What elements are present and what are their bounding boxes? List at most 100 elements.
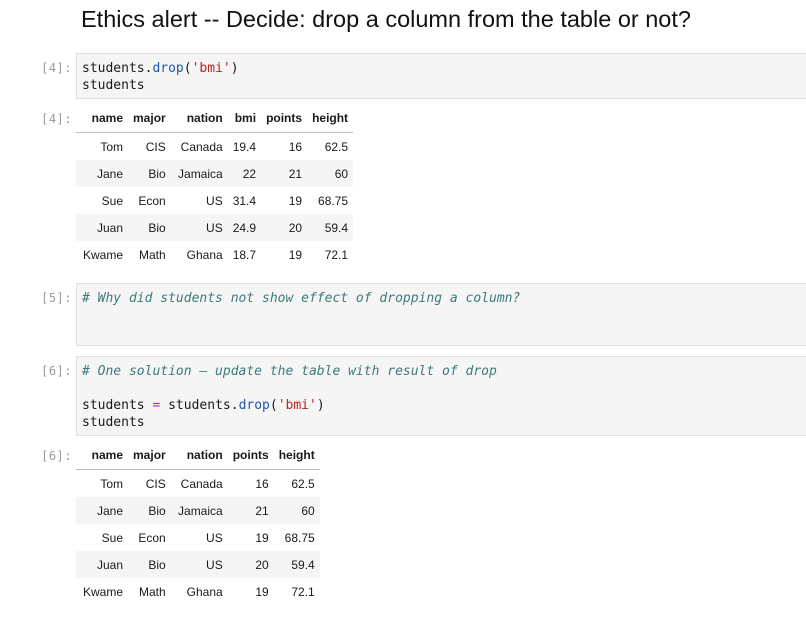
- table-cell: Bio: [128, 497, 171, 524]
- code-token-paren-open: (: [183, 61, 192, 76]
- dataframe-output-4: name major nation bmi points height Tom …: [76, 104, 354, 268]
- table-cell: Kwame: [83, 247, 124, 262]
- code-token-object: students: [82, 61, 145, 76]
- table-cell: 20: [261, 214, 308, 241]
- code-line: students: [82, 78, 145, 93]
- table-row: Jane Bio Jamaica 21 60: [76, 497, 320, 524]
- column-header: nation: [170, 104, 228, 133]
- table-cell: Jane: [76, 160, 129, 187]
- table-row: Juan Bio US 24.9 20 59.4: [76, 214, 354, 241]
- table-cell: Tom: [100, 139, 124, 154]
- table-row: Tom CIS Canada 16 62.5: [76, 470, 320, 498]
- table-row: Sue Econ US 31.4 19 68.75: [76, 187, 353, 214]
- code-token-method: drop: [238, 398, 270, 413]
- table-cell: Canada: [180, 139, 223, 154]
- table-cell: CIS: [145, 476, 166, 491]
- table-cell: Econ: [138, 530, 166, 545]
- dataframe-output-6: name major nation points height Tom CIS …: [76, 441, 320, 605]
- table-cell: 22: [227, 160, 262, 187]
- table-cell: 59.4: [273, 551, 320, 578]
- column-header: major: [128, 441, 171, 470]
- table-cell: Sue: [101, 530, 124, 545]
- table-cell: Jamaica: [170, 497, 228, 524]
- table-cell: US: [170, 551, 228, 578]
- column-header: bmi: [227, 104, 262, 133]
- code-token-paren-close: ): [316, 398, 325, 413]
- column-header: points: [261, 104, 308, 133]
- table-cell: 31.4: [232, 193, 257, 208]
- table-header-row: name major nation points height: [76, 441, 320, 470]
- table-cell: US: [206, 530, 223, 545]
- table-cell: Kwame: [83, 584, 124, 599]
- code-token-paren-open: (: [269, 398, 278, 413]
- table-cell: Juan: [76, 551, 129, 578]
- code-token-dot: .: [230, 398, 239, 413]
- column-header: height: [273, 441, 320, 470]
- table-cell: 19.4: [232, 139, 257, 154]
- column-header: name: [76, 104, 129, 133]
- table-cell: US: [170, 214, 228, 241]
- table-cell: Jane: [76, 497, 129, 524]
- table-cell: Tom: [100, 476, 124, 491]
- table-cell: Bio: [128, 551, 171, 578]
- table-cell: 60: [273, 497, 320, 524]
- code-cell-5[interactable]: # Why did students not show effect of dr…: [76, 283, 806, 346]
- table-header-row: name major nation bmi points height: [76, 104, 354, 133]
- column-header: major: [128, 104, 171, 133]
- code-token-object: students: [168, 398, 231, 413]
- table-cell: Canada: [180, 476, 223, 491]
- code-cell-4[interactable]: students.drop('bmi') students: [76, 53, 806, 99]
- table-cell: 72.1: [291, 584, 315, 599]
- column-header: name: [76, 441, 129, 470]
- table-cell: Bio: [128, 160, 171, 187]
- table-cell: Math: [139, 584, 166, 599]
- table-row: Kwame Math Ghana 19 72.1: [76, 578, 320, 605]
- column-header: height: [307, 104, 354, 133]
- code-comment: # One solution — update the table with r…: [82, 364, 497, 379]
- table-cell: 62.5: [291, 476, 315, 491]
- table-cell: 68.75: [318, 193, 349, 208]
- table-cell: 19: [255, 584, 269, 599]
- table-cell: US: [206, 193, 223, 208]
- table-cell: 16: [255, 476, 269, 491]
- table-cell: 68.75: [284, 530, 315, 545]
- table-cell: 59.4: [307, 214, 354, 241]
- table-cell: 20: [227, 551, 274, 578]
- input-prompt-6: [6]:: [41, 364, 72, 378]
- code-token-paren-close: ): [230, 61, 239, 76]
- code-token-method: drop: [152, 61, 184, 76]
- table-cell: 21: [227, 497, 274, 524]
- table-cell: Jamaica: [170, 160, 228, 187]
- input-prompt-5: [5]:: [41, 291, 72, 305]
- table-cell: 19: [255, 530, 269, 545]
- table-cell: CIS: [145, 139, 166, 154]
- column-header: points: [227, 441, 274, 470]
- table-cell: Bio: [128, 214, 171, 241]
- code-cell-6[interactable]: # One solution — update the table with r…: [76, 356, 806, 436]
- table-cell: Math: [139, 247, 166, 262]
- column-header: nation: [170, 441, 228, 470]
- table-cell: 72.1: [324, 247, 349, 262]
- code-line: students.drop('bmi'): [82, 60, 806, 77]
- output-prompt-6: [6]:: [41, 449, 72, 463]
- code-token-string: 'bmi': [277, 398, 317, 413]
- code-line: students: [82, 415, 145, 430]
- table-cell: 62.5: [324, 139, 349, 154]
- table-cell: 19: [288, 193, 303, 208]
- table-cell: Juan: [76, 214, 129, 241]
- output-prompt-4: [4]:: [41, 112, 72, 126]
- table-row: Sue Econ US 19 68.75: [76, 524, 320, 551]
- table-cell: Ghana: [186, 584, 223, 599]
- input-prompt-4: [4]:: [41, 61, 72, 75]
- table-cell: Sue: [101, 193, 124, 208]
- table-row: Jane Bio Jamaica 22 21 60: [76, 160, 354, 187]
- table-cell: 21: [261, 160, 308, 187]
- table-row: Tom CIS Canada 19.4 16 62.5: [76, 133, 353, 161]
- code-comment: # Why did students not show effect of dr…: [82, 291, 521, 306]
- notebook-heading: Ethics alert -- Decide: drop a column fr…: [81, 6, 691, 32]
- table-cell: 16: [288, 139, 303, 154]
- table-cell: 24.9: [227, 214, 262, 241]
- code-token-variable: students: [82, 398, 145, 413]
- table-cell: Econ: [138, 193, 166, 208]
